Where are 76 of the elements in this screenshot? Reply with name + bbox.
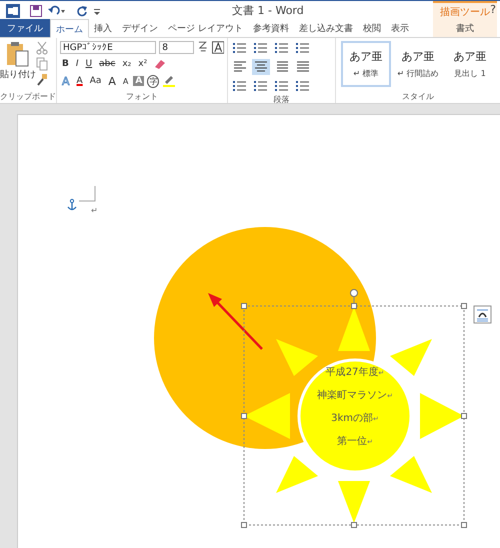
help-button[interactable]: ? [490,3,496,16]
font-format-button[interactable]: abc [97,59,118,69]
font-name-field[interactable]: HGPｺﾞｼｯｸE [60,40,156,54]
style-sample: あア亜 [454,49,486,64]
font-format-button[interactable]: A [133,76,144,86]
ribbon-tab[interactable]: 校閲 [358,19,386,37]
group-label: フォント [125,91,159,103]
ribbon-tab[interactable]: 表示 [386,19,414,37]
rotation-handle[interactable] [350,289,358,304]
undo-icon[interactable] [48,5,66,17]
resize-handle[interactable] [241,303,247,309]
window-title: 文書 1 - Word [232,3,304,18]
style-gallery-item[interactable]: あア亜 見出し 1 [445,41,495,87]
paragraph-tool-icon[interactable] [231,40,249,56]
resize-handle[interactable] [461,522,467,528]
style-sample: あア亜 [350,49,382,64]
ribbon-tab[interactable]: 挿入 [89,19,117,37]
eraser-icon[interactable] [152,58,166,70]
paragraph-tool-icon[interactable] [231,78,249,94]
style-name: 見出し 1 [454,68,486,79]
font-format-button[interactable]: x² [136,59,150,69]
group-label: スタイル [401,91,435,103]
align-icon[interactable] [252,59,270,75]
resize-handle[interactable] [241,522,247,528]
margin-corner-mark [78,186,96,202]
paragraph-tool-icon[interactable] [252,40,270,56]
save-icon[interactable] [30,5,42,17]
paragraph-tool-icon[interactable] [294,40,312,56]
contextual-label: 描画ツール [440,6,490,19]
font-format-button[interactable]: A [106,74,118,88]
highlighter-icon[interactable] [162,75,176,87]
font-format-button[interactable]: 字 [147,74,160,88]
font-format-button[interactable]: A [120,76,130,86]
paragraph-tool-icon[interactable] [273,40,291,56]
paragraph-tool-icon[interactable] [273,78,291,94]
arrow [208,293,263,350]
resize-handle[interactable] [461,413,467,419]
resize-handle[interactable] [241,413,247,419]
font-format-button[interactable]: A [74,76,85,86]
format-painter-icon[interactable] [36,73,48,87]
customize-icon[interactable] [94,9,100,15]
ribbon-tab[interactable]: ページ レイアウト [163,19,248,37]
word-logo-icon [6,4,20,18]
group-label: クリップボード [0,91,56,103]
ribbon-tab[interactable]: ホーム [50,19,89,38]
paragraph-tool-icon[interactable] [294,78,312,94]
paragraph-mark: ↵ [91,206,98,215]
layout-options-icon[interactable] [474,306,492,324]
font-format-button[interactable]: U [84,59,94,69]
ribbon-tab[interactable]: ファイル [0,19,50,37]
pinyin-icon[interactable] [197,40,209,54]
font-size-field[interactable]: 8 [159,40,194,54]
resize-handle[interactable] [351,303,357,309]
cut-icon[interactable] [36,41,48,55]
char-border-icon[interactable] [212,40,224,54]
style-gallery-item[interactable]: あア亜 ↵ 行間詰め [393,41,443,87]
style-sample: あア亜 [402,49,434,64]
resize-handle[interactable] [351,522,357,528]
paragraph-tool-icon[interactable] [252,78,270,94]
style-name: ↵ 行間詰め [397,68,439,79]
ribbon-tab[interactable]: 差し込み文書 [294,19,358,37]
font-format-button[interactable]: Aa [88,76,104,86]
anchor-icon [67,198,77,211]
style-gallery-item[interactable]: あア亜 ↵ 標準 [341,41,391,87]
redo-icon[interactable] [76,5,88,17]
resize-handle[interactable] [461,303,467,309]
font-format-button[interactable]: x₂ [120,59,134,69]
font-format-button[interactable]: I [74,59,81,69]
ribbon-tab[interactable]: 書式 [433,19,497,37]
font-format-button[interactable]: B [60,59,71,69]
group-label: 段落 [272,94,290,105]
ribbon-tab[interactable]: デザイン [117,19,163,37]
style-name: ↵ 標準 [353,68,379,79]
ribbon-tab[interactable]: 参考資料 [248,19,294,37]
paste-button[interactable]: 貼り付け [2,41,34,91]
clipboard-icon [6,41,30,67]
